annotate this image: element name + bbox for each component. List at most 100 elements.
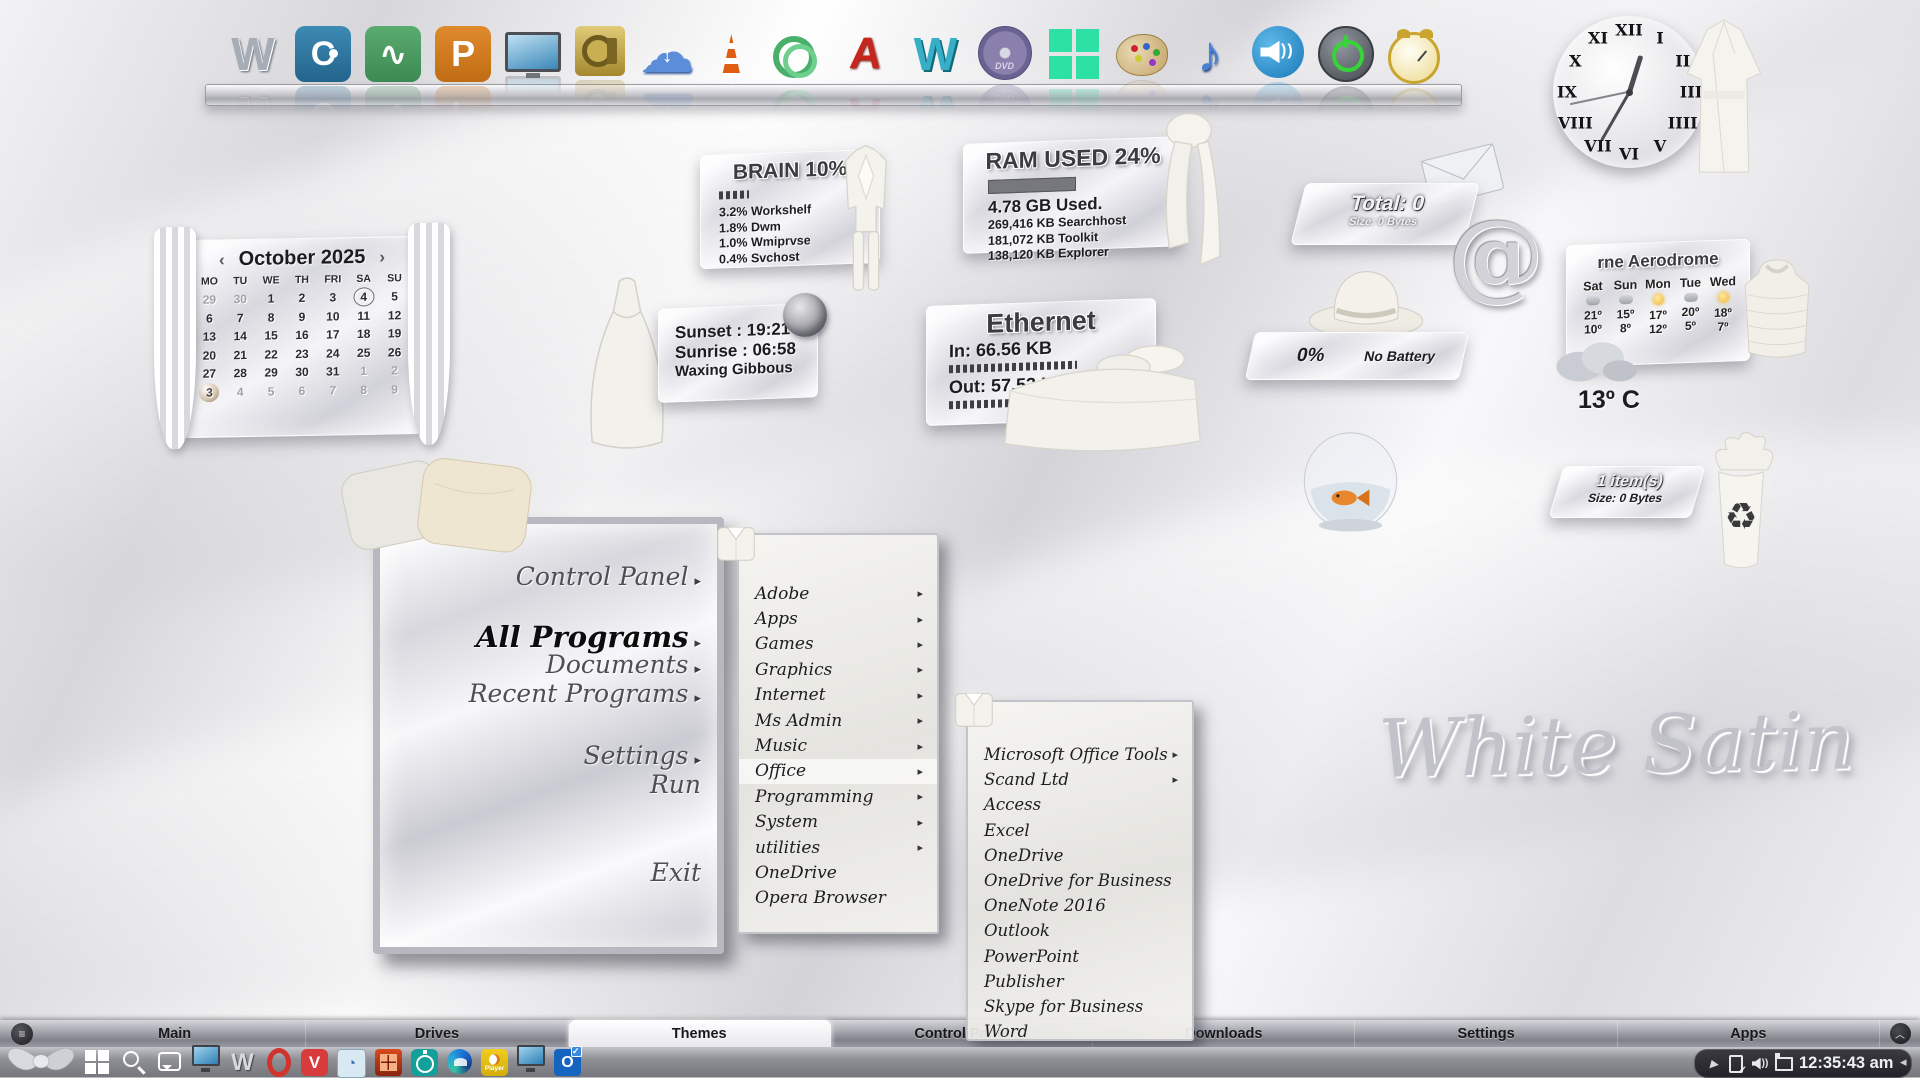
menu-item-system[interactable]: System▸ — [739, 810, 937, 835]
search-icon[interactable] — [120, 1049, 147, 1076]
sun-moon-widget[interactable]: Sunset : 19:21 Sunrise : 06:58 Waxing Gi… — [658, 303, 818, 403]
windows-start-icon[interactable] — [84, 1049, 111, 1076]
calendar-day[interactable]: 5 — [379, 287, 410, 306]
office-submenu-panel[interactable]: Microsoft Office Tools▸Scand Ltd▸AccessE… — [966, 700, 1194, 1041]
menu-item-onedrive[interactable]: OneDrive — [739, 860, 937, 885]
menu-item-utilities[interactable]: utilities▸ — [739, 835, 937, 860]
recycle-trash-image[interactable]: ♻ — [1690, 426, 1792, 581]
alarm-clock-icon[interactable] — [1388, 32, 1440, 84]
outlook-icon[interactable]: O — [554, 1049, 581, 1076]
display-blue-icon[interactable] — [192, 1045, 220, 1066]
word-silver-icon[interactable]: W — [229, 1049, 256, 1076]
power-icon[interactable] — [1318, 26, 1374, 82]
tab-themes[interactable]: Themes — [569, 1020, 831, 1047]
calendar-day[interactable]: 10 — [317, 307, 348, 326]
office-orange-icon[interactable] — [375, 1049, 402, 1076]
player-icon[interactable]: Player — [481, 1049, 508, 1076]
calendar-day[interactable]: 27 — [194, 364, 225, 383]
programs-submenu-panel[interactable]: Adobe▸Apps▸Games▸Graphics▸Internet▸Ms Ad… — [737, 533, 939, 934]
calendar-day[interactable]: 3 — [317, 288, 348, 307]
calendar-day[interactable]: 7 — [225, 308, 256, 327]
calendar-day[interactable]: 12 — [379, 306, 410, 325]
tab-settings[interactable]: Settings — [1355, 1020, 1617, 1047]
menu-item-office[interactable]: Office▸ — [739, 759, 937, 784]
calendar-day[interactable]: 16 — [287, 326, 318, 345]
wavepad-icon[interactable] — [365, 26, 421, 82]
network-widget[interactable]: Ethernet In: 66.56 KB Out: 57.53 KB — [926, 298, 1156, 426]
calendar-next-button[interactable]: › — [379, 247, 385, 267]
recycle-bin-widget[interactable]: 1 item(s) Size: 0 Bytes — [1549, 466, 1706, 518]
calendar-day[interactable]: 1 — [256, 289, 287, 308]
menu-item-adobe[interactable]: Adobe▸ — [739, 581, 937, 606]
start-item-settings[interactable]: Settings▸ — [584, 741, 701, 770]
paint-palette-icon[interactable] — [1116, 34, 1168, 76]
collapse-button[interactable]: ︿ — [1890, 1023, 1911, 1044]
calendar-day[interactable]: 2 — [287, 289, 318, 308]
calendar-day[interactable]: 11 — [348, 306, 379, 325]
calendar-day[interactable]: 6 — [287, 381, 318, 400]
menu-item-apps[interactable]: Apps▸ — [739, 606, 937, 631]
menu-item-music[interactable]: Music▸ — [739, 733, 937, 758]
calendar-day[interactable]: 24 — [317, 344, 348, 363]
calendar-day[interactable]: 2 — [379, 361, 410, 380]
mail-widget[interactable]: Total: 0 Size: 0 Bytes — [1290, 183, 1479, 245]
network-icon[interactable] — [1775, 1055, 1793, 1073]
calendar-day[interactable]: 4 — [348, 288, 379, 307]
calendar-day[interactable]: 29 — [194, 290, 225, 309]
start-item-exit[interactable]: Exit — [651, 858, 701, 887]
vlc-icon[interactable] — [709, 34, 753, 78]
calendar-day[interactable]: 8 — [256, 308, 287, 327]
calendar-day[interactable]: 4 — [225, 382, 256, 401]
calendar-day[interactable]: 28 — [225, 364, 256, 383]
calendar-widget[interactable]: ‹ October 2025 › MOTUWETHFRISASU 2930123… — [183, 236, 421, 438]
office-item-powerpoint[interactable]: PowerPoint — [968, 944, 1192, 969]
analog-clock-widget[interactable]: XIIIIIIIIIIIIVVIVIIVIIIIXXXI — [1553, 16, 1705, 168]
menu-item-ms-admin[interactable]: Ms Admin▸ — [739, 708, 937, 733]
office-item-scand-ltd[interactable]: Scand Ltd▸ — [968, 767, 1192, 792]
display-blue2-icon[interactable] — [517, 1045, 545, 1066]
battery-widget[interactable]: 0% No Battery — [1245, 332, 1469, 380]
tab-main[interactable]: Main — [44, 1020, 306, 1047]
start-item-all-programs[interactable]: All Programs▸ — [476, 620, 701, 654]
calendar-day[interactable]: 18 — [348, 325, 379, 344]
menu-item-internet[interactable]: Internet▸ — [739, 683, 937, 708]
menu-item-graphics[interactable]: Graphics▸ — [739, 657, 937, 682]
calendar-day[interactable]: 30 — [225, 290, 256, 309]
edge-icon[interactable] — [447, 1049, 472, 1074]
cpu-widget[interactable]: BRAIN 10% 3.2% Workshelf1.8% Dwm1.0% Wmi… — [700, 149, 880, 269]
office-item-access[interactable]: Access — [968, 792, 1192, 817]
adobe-reader-icon[interactable] — [837, 26, 893, 82]
film-projector-icon[interactable] — [575, 26, 625, 76]
office-item-publisher[interactable]: Publisher — [968, 969, 1192, 994]
start-item-run[interactable]: Run — [650, 770, 701, 799]
windows-icon[interactable] — [1046, 26, 1102, 82]
calendar-prev-button[interactable]: ‹ — [219, 250, 225, 270]
calendar-day[interactable]: 13 — [194, 327, 225, 346]
tray-clock[interactable]: 12:35:43 am — [1799, 1054, 1893, 1073]
cubase-icon[interactable] — [295, 26, 351, 82]
calendar-day[interactable]: 22 — [256, 345, 287, 364]
start-item-control-panel[interactable]: Control Panel▸ — [516, 562, 701, 591]
calendar-day[interactable]: 8 — [348, 380, 379, 399]
tray-volume-icon[interactable] — [1751, 1055, 1769, 1073]
office-item-skype-for-business[interactable]: Skype for Business — [968, 994, 1192, 1019]
stopwatch-icon[interactable] — [411, 1049, 438, 1076]
calendar-day[interactable]: 5 — [256, 382, 287, 401]
word-teal-icon[interactable] — [907, 26, 963, 82]
chat-icon[interactable] — [156, 1049, 183, 1076]
start-item-documents[interactable]: Documents▸ — [546, 650, 701, 679]
start-menu-panel[interactable]: Control Panel▸All Programs▸Documents▸Rec… — [373, 517, 724, 954]
calendar-day[interactable]: 7 — [317, 381, 348, 400]
cloud-download-icon[interactable] — [639, 26, 695, 82]
calendar-day[interactable]: 23 — [287, 344, 318, 363]
p-app-icon[interactable] — [435, 26, 491, 82]
calendar-day[interactable]: 9 — [287, 307, 318, 326]
calendar-day[interactable]: 17 — [317, 325, 348, 344]
calendar-day[interactable]: 29 — [256, 363, 287, 382]
opera-icon[interactable] — [265, 1049, 292, 1076]
word-silver-icon[interactable] — [225, 26, 281, 82]
ram-widget[interactable]: RAM USED 24% 4.78 GB Used. 269,416 KB Se… — [963, 136, 1183, 254]
office-item-excel[interactable]: Excel — [968, 818, 1192, 843]
tray-overflow-arrow[interactable]: ◂ — [1900, 1054, 1907, 1070]
volume-icon[interactable] — [1252, 26, 1304, 78]
